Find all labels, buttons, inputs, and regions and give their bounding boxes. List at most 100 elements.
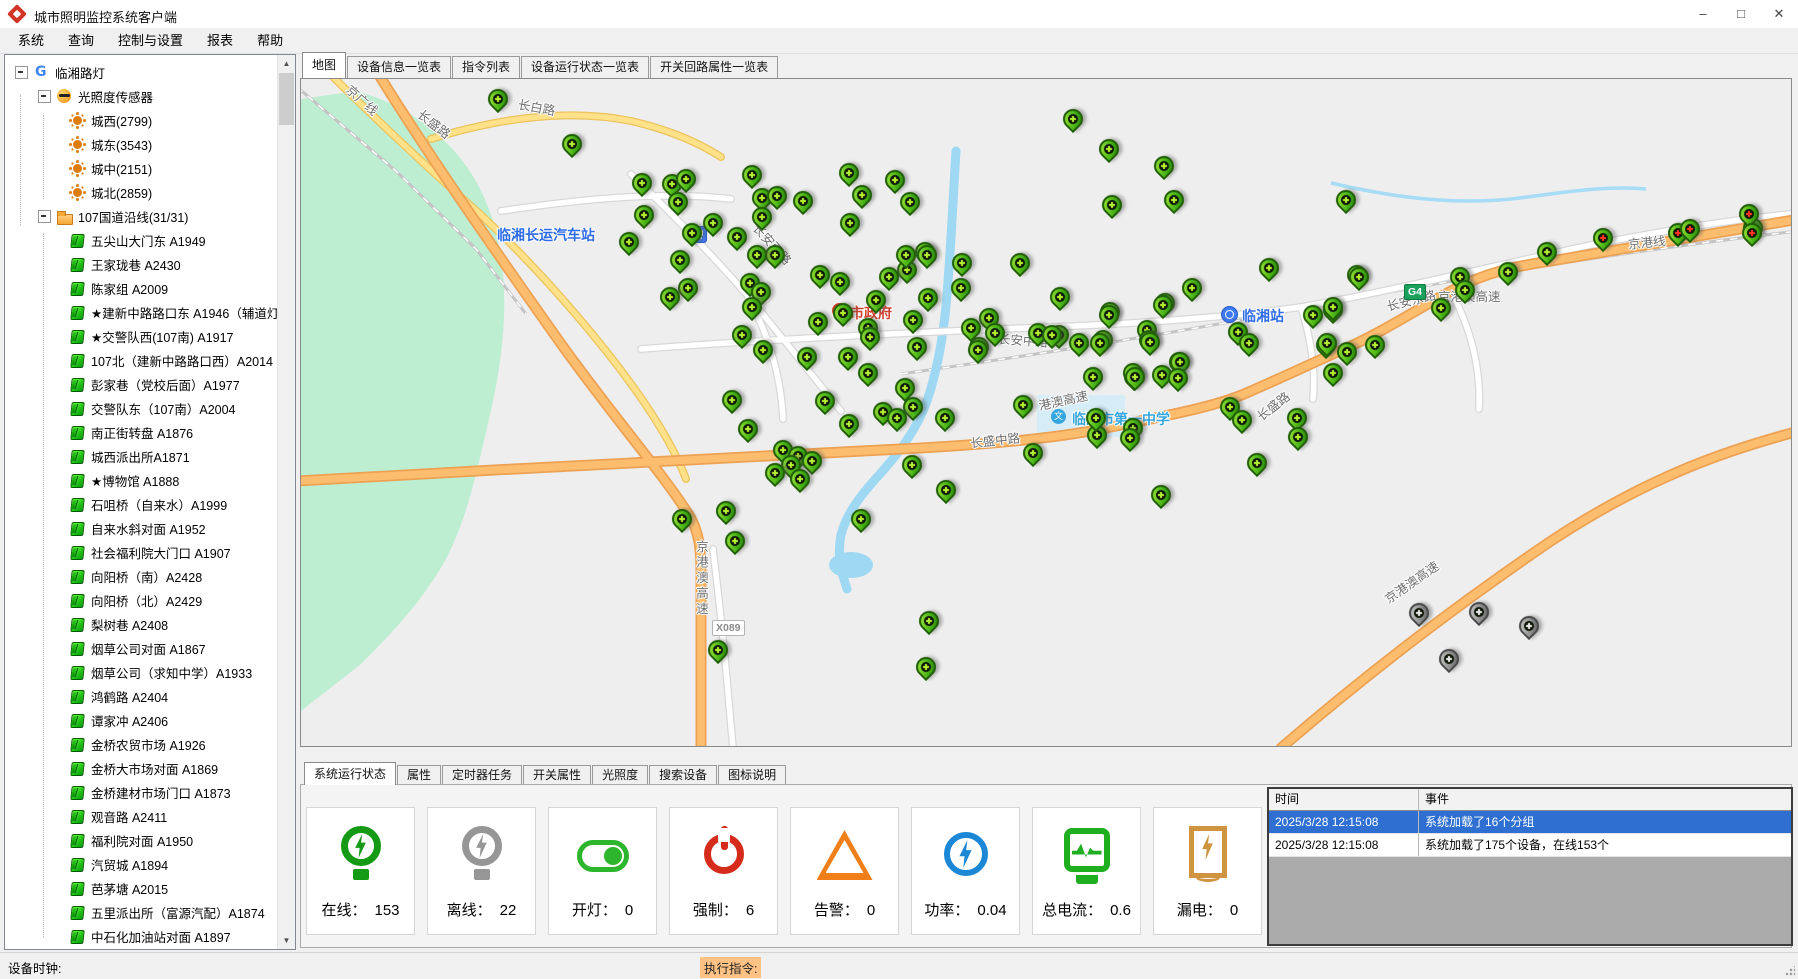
maximize-button[interactable]: □ xyxy=(1722,0,1760,28)
plus-icon xyxy=(912,342,922,352)
tree-item[interactable] xyxy=(5,948,91,949)
tree-item[interactable]: 107北（建新中路路口西）A2014 xyxy=(5,348,273,372)
tree-item[interactable]: 金桥建材市场门口 A1873 xyxy=(5,780,231,804)
plus-icon xyxy=(772,191,782,201)
plus-icon xyxy=(844,419,854,429)
tab-bottom-1[interactable]: 属性 xyxy=(397,765,441,785)
tab-main-2[interactable]: 指令列表 xyxy=(452,56,520,78)
plus-icon xyxy=(1328,302,1338,312)
menu-item-3[interactable]: 报表 xyxy=(195,29,245,53)
plus-icon xyxy=(786,460,796,470)
menu-item-1[interactable]: 查询 xyxy=(56,29,106,53)
tree-item[interactable]: 芭茅塘 A2015 xyxy=(5,876,168,900)
tree-item[interactable]: 汽贸城 A1894 xyxy=(5,852,168,876)
tree-item[interactable]: 107国道沿线(31/31) xyxy=(5,204,188,228)
plus-icon xyxy=(1159,161,1169,171)
tree-item-label: 向阳桥（南）A2428 xyxy=(91,567,202,586)
scroll-up-icon[interactable]: ▲ xyxy=(278,55,295,72)
tree-item[interactable]: 五里派出所（富源汽配）A1874 xyxy=(5,900,265,924)
tree-item[interactable]: 交警队东（107南）A2004 xyxy=(5,396,236,420)
scroll-down-icon[interactable]: ▼ xyxy=(278,932,295,949)
tree-item-label: 陈家组 A2009 xyxy=(91,279,168,298)
close-button[interactable]: ✕ xyxy=(1760,0,1798,28)
plus-icon xyxy=(1130,372,1140,382)
tree-item[interactable]: 梨树巷 A2408 xyxy=(5,612,168,636)
tree-item[interactable]: 城北(2859) xyxy=(5,180,152,204)
resize-grip[interactable] xyxy=(1785,966,1795,976)
tree-item[interactable]: 中石化加油站对面 A1897 xyxy=(5,924,231,948)
tree-item[interactable]: 鸿鹤路 A2404 xyxy=(5,684,168,708)
tree-item[interactable]: 临湘路灯 xyxy=(5,60,105,84)
column-event: 事件 xyxy=(1419,789,1455,810)
plus-icon xyxy=(863,368,873,378)
tree-item[interactable]: ★博物馆 A1888 xyxy=(5,468,179,492)
tree-item-label: ★交警队西(107南) A1917 xyxy=(91,327,234,346)
tree-item-label: 烟草公司对面 A1867 xyxy=(91,639,206,658)
tree-item[interactable]: 城东(3543) xyxy=(5,132,152,156)
device-icon xyxy=(69,400,86,417)
tab-bottom-0[interactable]: 系统运行状态 xyxy=(304,762,396,785)
bottom-tab-strip: 系统运行状态属性定时器任务开关属性光照度搜索设备图标说明 xyxy=(304,762,787,785)
tree-item[interactable]: 城中(2151) xyxy=(5,156,152,180)
tree-item[interactable]: 王家珑巷 A2430 xyxy=(5,252,181,276)
tab-main-1[interactable]: 设备信息一览表 xyxy=(347,56,451,78)
tree-item[interactable]: 向阳桥（南）A2428 xyxy=(5,564,202,588)
tree-item[interactable]: 社会福利院大门口 A1907 xyxy=(5,540,231,564)
g-icon xyxy=(33,64,50,81)
scrollbar-thumb[interactable] xyxy=(279,73,294,125)
plus-icon xyxy=(1047,330,1057,340)
tab-bottom-4[interactable]: 光照度 xyxy=(592,765,648,785)
tab-main-3[interactable]: 设备运行状态一览表 xyxy=(521,56,649,78)
tree-item[interactable]: 陈家组 A2009 xyxy=(5,276,168,300)
device-icon xyxy=(69,808,86,825)
menu-item-0[interactable]: 系统 xyxy=(6,29,56,53)
event-row[interactable]: 2025/3/28 12:15:08系统加载了16个分组 xyxy=(1269,811,1791,834)
plus-icon xyxy=(923,293,933,303)
plus-icon xyxy=(856,514,866,524)
map-base-layer xyxy=(301,79,1792,747)
tree-item[interactable]: 自来水斜对面 A1952 xyxy=(5,516,206,540)
status-card-5: 功率：0.04 xyxy=(911,807,1020,935)
tree-item[interactable]: 光照度传感器 xyxy=(5,84,153,108)
tree-item[interactable]: 金桥大市场对面 A1869 xyxy=(5,756,218,780)
event-text: 系统加载了16个分组 xyxy=(1419,811,1540,833)
tree-scrollbar[interactable]: ▲ ▼ xyxy=(277,55,295,949)
tree-item[interactable]: 金桥农贸市场 A1926 xyxy=(5,732,206,756)
plus-icon xyxy=(747,302,757,312)
expand-collapse-icon[interactable] xyxy=(38,90,51,103)
tab-bottom-6[interactable]: 图标说明 xyxy=(718,765,786,785)
tree-item[interactable]: 石咀桥（自来水）A1999 xyxy=(5,492,227,516)
tree-item[interactable]: 向阳桥（北）A2429 xyxy=(5,588,202,612)
plus-icon xyxy=(770,250,780,260)
tree-item[interactable]: 烟草公司对面 A1867 xyxy=(5,636,206,660)
tree-item[interactable]: ★建新中路路口东 A1946（辅道灯） xyxy=(5,300,278,324)
tree-item[interactable]: 南正街转盘 A1876 xyxy=(5,420,193,444)
tree-item[interactable]: 城西派出所A1871 xyxy=(5,444,190,468)
meter-icon xyxy=(1059,824,1115,890)
minimize-button[interactable]: – xyxy=(1684,0,1722,28)
event-log-table[interactable]: 时间 事件 2025/3/28 12:15:08系统加载了16个分组2025/3… xyxy=(1267,787,1793,946)
tab-bottom-2[interactable]: 定时器任务 xyxy=(442,765,522,785)
tree-item[interactable]: 谭家冲 A2406 xyxy=(5,708,168,732)
tree-item[interactable]: 城西(2799) xyxy=(5,108,152,132)
tab-main-4[interactable]: 开关回路属性一览表 xyxy=(650,56,778,78)
tab-bottom-5[interactable]: 搜索设备 xyxy=(649,765,717,785)
expand-collapse-icon[interactable] xyxy=(38,210,51,223)
expand-collapse-icon[interactable] xyxy=(15,66,28,79)
tree-item[interactable]: 烟草公司（求知中学）A1933 xyxy=(5,660,252,684)
tab-bottom-3[interactable]: 开关属性 xyxy=(523,765,591,785)
plus-icon xyxy=(956,283,966,293)
event-row[interactable]: 2025/3/28 12:15:08系统加载了175个设备，在线153个 xyxy=(1269,834,1791,857)
tree-item[interactable]: 五尖山大门东 A1949 xyxy=(5,228,206,252)
menu-item-2[interactable]: 控制与设置 xyxy=(106,29,195,53)
tree-item-label: ★博物馆 A1888 xyxy=(91,471,179,490)
tree-item[interactable]: ★交警队西(107南) A1917 xyxy=(5,324,234,348)
plus-icon xyxy=(624,237,634,247)
plus-icon xyxy=(727,395,737,405)
tree-item[interactable]: 观音路 A2411 xyxy=(5,804,167,828)
menu-item-4[interactable]: 帮助 xyxy=(245,29,295,53)
tree-item[interactable]: 福利院对面 A1950 xyxy=(5,828,193,852)
card-metric-value: 0 xyxy=(867,902,875,919)
tab-main-0[interactable]: 地图 xyxy=(302,52,346,78)
tree-item[interactable]: 彭家巷（党校后面）A1977 xyxy=(5,372,240,396)
